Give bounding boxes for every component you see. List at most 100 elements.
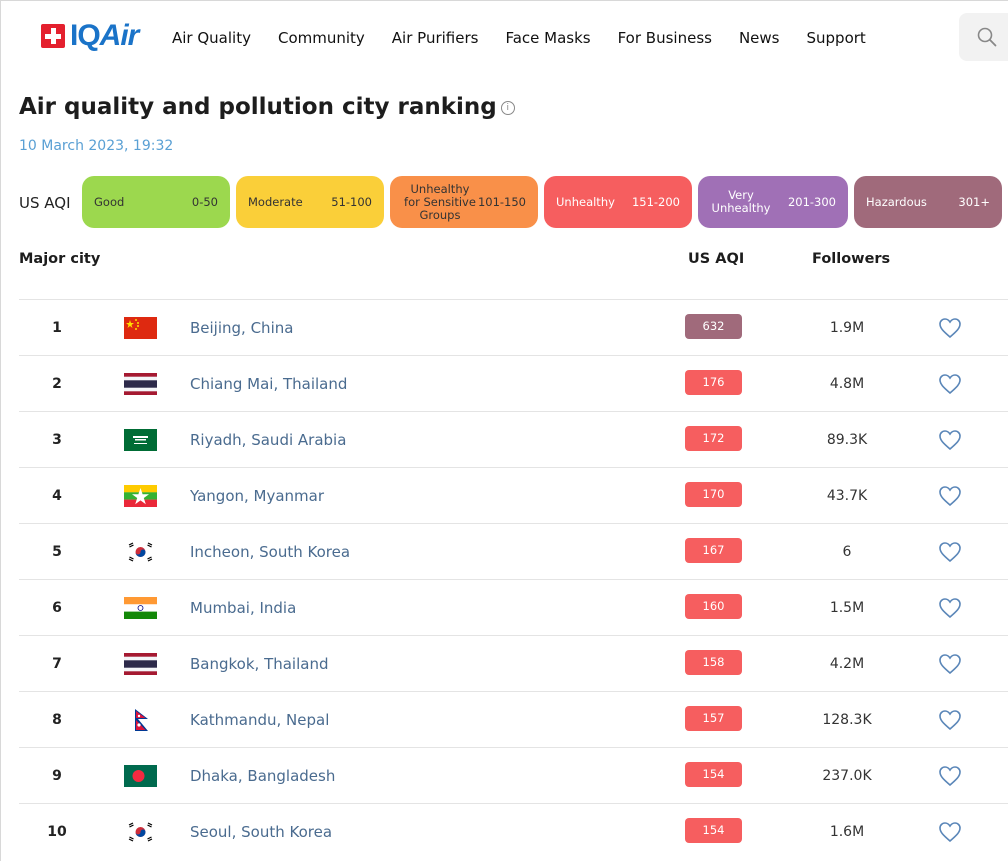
thailand-flag-icon: [124, 373, 157, 395]
heart-icon[interactable]: [938, 821, 962, 843]
heart-icon[interactable]: [938, 709, 962, 731]
legend-name: Good: [94, 194, 125, 209]
nav-community[interactable]: Community: [278, 28, 365, 48]
south-korea-flag-icon: [124, 821, 157, 843]
table-row[interactable]: 3 Riyadh, Saudi Arabia 172 89.3K: [19, 411, 1008, 467]
city-link[interactable]: Chiang Mai, Thailand: [190, 375, 347, 393]
page-title-text: Air quality and pollution city ranking: [19, 94, 497, 120]
aqi-badge: 160: [685, 594, 742, 619]
iqair-logo[interactable]: IQAir: [41, 21, 139, 51]
search-icon: [977, 27, 997, 47]
rank: 7: [52, 656, 62, 672]
legend-range: 51-100: [331, 195, 372, 209]
aqi-badge: 154: [685, 818, 742, 843]
main-nav: Air Quality Community Air Purifiers Face…: [172, 28, 893, 48]
followers-count: 43.7K: [826, 488, 868, 504]
rank: 4: [52, 488, 62, 504]
table-row[interactable]: 9 Dhaka, Bangladesh 154 237.0K: [19, 747, 1008, 803]
followers-count: 1.6M: [829, 824, 865, 840]
aqi-badge: 157: [685, 706, 742, 731]
followers-count: 89.3K: [826, 432, 868, 448]
table-row[interactable]: 1 Beijing, China 632 1.9M: [19, 299, 1008, 355]
legend-range: 151-200: [631, 195, 680, 209]
bangladesh-flag-icon: [124, 765, 157, 787]
legend-name: Hazardous: [866, 194, 927, 209]
nav-face-masks[interactable]: Face Masks: [505, 28, 590, 48]
site-header: IQAir Air Quality Community Air Purifier…: [1, 1, 1008, 73]
city-link[interactable]: Kathmandu, Nepal: [190, 711, 329, 729]
table-row[interactable]: 2 Chiang Mai, Thailand 176 4.8M: [19, 355, 1008, 411]
followers-count: 237.0K: [822, 768, 872, 784]
city-link[interactable]: Riyadh, Saudi Arabia: [190, 431, 346, 449]
myanmar-flag-icon: [124, 485, 157, 507]
legend-name: Moderate: [248, 194, 303, 209]
heart-icon[interactable]: [938, 485, 962, 507]
followers-count: 6: [842, 544, 852, 560]
info-icon[interactable]: i: [500, 100, 515, 115]
table-row[interactable]: 8 Kathmandu, Nepal 157 128.3K: [19, 691, 1008, 747]
city-link[interactable]: Beijing, China: [190, 319, 293, 337]
table-row[interactable]: 7 Bangkok, Thailand 158 4.2M: [19, 635, 1008, 691]
legend-range: 301+: [958, 195, 990, 209]
table-row[interactable]: 10 Seoul, South Korea 154 1.6M: [19, 803, 1008, 859]
table-row[interactable]: 4 Yangon, Myanmar 170 43.7K: [19, 467, 1008, 523]
aqi-badge: 170: [685, 482, 742, 507]
city-link[interactable]: Seoul, South Korea: [190, 823, 332, 841]
city-link[interactable]: Bangkok, Thailand: [190, 655, 328, 673]
legend-name: Unhealthy: [556, 194, 615, 209]
legend-unhealthy-sensitive: Unhealthy for Sensitive Groups 101-150: [390, 176, 538, 228]
thailand-flag-icon: [124, 653, 157, 675]
nav-air-quality[interactable]: Air Quality: [172, 28, 251, 48]
city-link[interactable]: Dhaka, Bangladesh: [190, 767, 335, 785]
legend-range: 0-50: [191, 195, 218, 209]
aqi-badge: 167: [685, 538, 742, 563]
header-followers[interactable]: Followers: [812, 251, 890, 267]
followers-count: 4.2M: [829, 656, 865, 672]
rank: 1: [52, 320, 62, 336]
header-us-aqi[interactable]: US AQI: [688, 251, 744, 267]
rank: 8: [52, 712, 62, 728]
legend-good: Good 0-50: [82, 176, 230, 228]
rank: 2: [52, 376, 62, 392]
city-link[interactable]: Mumbai, India: [190, 599, 296, 617]
heart-icon[interactable]: [938, 653, 962, 675]
nav-support[interactable]: Support: [807, 28, 866, 48]
heart-icon[interactable]: [938, 541, 962, 563]
legend-very-unhealthy: Very Unhealthy 201-300: [698, 176, 848, 228]
heart-icon[interactable]: [938, 429, 962, 451]
nav-news[interactable]: News: [739, 28, 780, 48]
aqi-badge: 632: [685, 314, 742, 339]
saudi-arabia-flag-icon: [124, 429, 157, 451]
legend-range: 201-300: [787, 195, 836, 209]
ranking-date: 10 March 2023, 19:32: [19, 138, 174, 154]
city-link[interactable]: Yangon, Myanmar: [190, 487, 324, 505]
heart-icon[interactable]: [938, 317, 962, 339]
table-row[interactable]: 6 Mumbai, India 160 1.5M: [19, 579, 1008, 635]
followers-count: 128.3K: [822, 712, 872, 728]
rank: 9: [52, 768, 62, 784]
rank: 10: [47, 824, 67, 840]
south-korea-flag-icon: [124, 541, 157, 563]
table-row[interactable]: 5 Incheon, South Korea 167 6: [19, 523, 1008, 579]
china-flag-icon: [124, 317, 157, 339]
heart-icon[interactable]: [938, 765, 962, 787]
legend-name: Very Unhealthy: [711, 188, 771, 215]
search-button[interactable]: [959, 13, 1008, 61]
rank: 5: [52, 544, 62, 560]
rank: 6: [52, 600, 62, 616]
aqi-badge: 154: [685, 762, 742, 787]
heart-icon[interactable]: [938, 373, 962, 395]
aqi-badge: 158: [685, 650, 742, 675]
legend-label: US AQI: [19, 194, 71, 212]
aqi-badge: 176: [685, 370, 742, 395]
india-flag-icon: [124, 597, 157, 619]
heart-icon[interactable]: [938, 597, 962, 619]
followers-count: 1.5M: [829, 600, 865, 616]
nav-air-purifiers[interactable]: Air Purifiers: [392, 28, 479, 48]
aqi-badge: 172: [685, 426, 742, 451]
rank: 3: [52, 432, 62, 448]
nav-for-business[interactable]: For Business: [618, 28, 712, 48]
legend-unhealthy: Unhealthy 151-200: [544, 176, 692, 228]
city-link[interactable]: Incheon, South Korea: [190, 543, 350, 561]
header-major-city[interactable]: Major city: [19, 251, 100, 267]
